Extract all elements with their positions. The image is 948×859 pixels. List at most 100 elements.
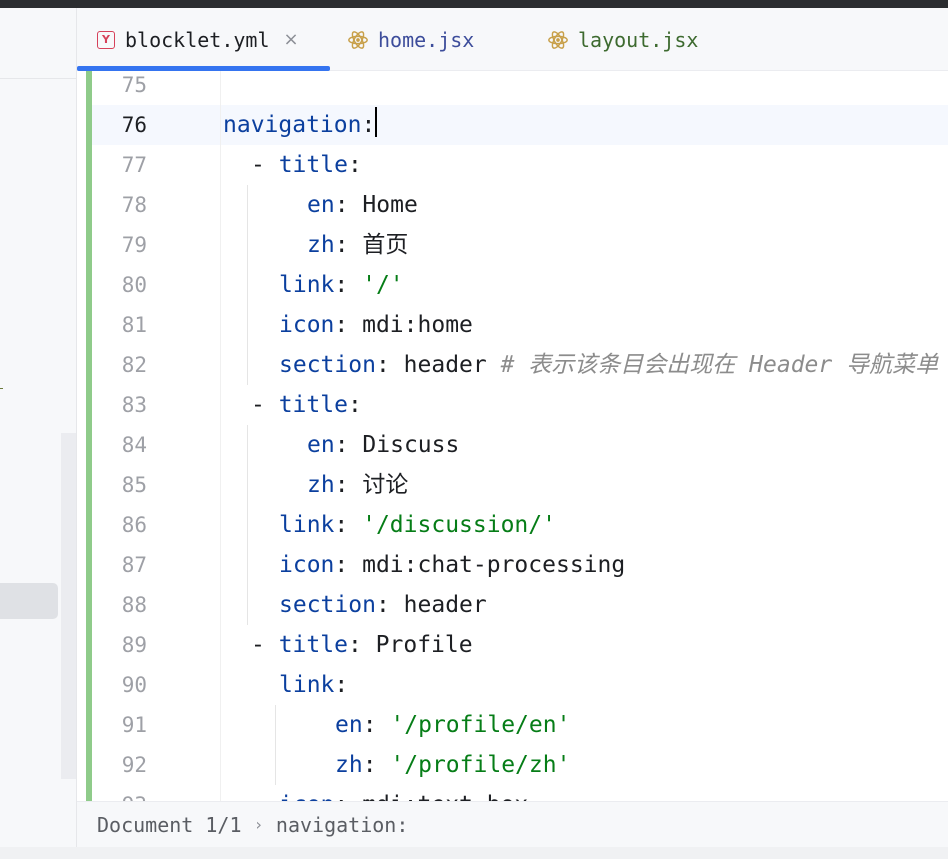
yaml-value: mdi:text-box	[362, 792, 528, 801]
code-text: en: Home	[307, 185, 418, 225]
code-line[interactable]: 76 navigation:	[77, 105, 948, 145]
yaml-key: zh	[307, 232, 335, 258]
code-line[interactable]: 81 icon: mdi:home	[77, 305, 948, 345]
code-line[interactable]: 75	[77, 71, 948, 105]
line-number: 79	[121, 233, 147, 257]
yaml-key: section	[279, 592, 376, 618]
code-text: navigation:	[223, 105, 378, 145]
yaml-comment: # 表示该条目会出现在 Header 导航菜单	[500, 352, 939, 378]
project-panel-scrollbar[interactable]	[61, 433, 76, 779]
code-text: link:	[279, 665, 348, 705]
line-number: 81	[121, 313, 147, 337]
colon: :	[375, 352, 390, 378]
colon: :	[334, 432, 349, 458]
line-number: 90	[121, 673, 147, 697]
code-text: - title:	[251, 145, 362, 185]
line-number: 84	[121, 433, 147, 457]
yaml-key: en	[307, 432, 335, 458]
close-icon[interactable]: ×	[284, 29, 299, 50]
bottom-window-edge	[0, 847, 948, 859]
tab-blocklet-yml[interactable]: Y blocklet.yml ×	[77, 8, 330, 71]
colon: :	[334, 552, 349, 578]
yaml-key: link	[279, 272, 335, 298]
code-line[interactable]: 88 section: header	[77, 585, 948, 625]
yaml-key: title	[278, 392, 348, 418]
tab-home-jsx[interactable]: home.jsx	[347, 8, 474, 71]
code-text: en: '/profile/en'	[335, 705, 570, 745]
yaml-value: '/profile/zh'	[390, 752, 571, 778]
code-line[interactable]: 92 zh: '/profile/zh'	[77, 745, 948, 785]
code-text: zh: '/profile/zh'	[335, 745, 570, 785]
code-line[interactable]: 91 en: '/profile/en'	[77, 705, 948, 745]
yaml-key: link	[279, 672, 335, 698]
chevron-right-icon: ›	[255, 815, 262, 834]
code-text: zh: 首页	[307, 225, 408, 265]
yaml-key: title	[278, 632, 348, 658]
code-line[interactable]: 93 icon: mdi:text-box	[77, 785, 948, 801]
list-dash: -	[251, 392, 279, 418]
code-text: - title: Profile	[251, 625, 473, 665]
line-number: 82	[121, 353, 147, 377]
colon: :	[334, 272, 349, 298]
breadcrumb-path[interactable]: navigation:	[276, 813, 408, 837]
colon: :	[347, 152, 362, 178]
yaml-value: header	[403, 592, 487, 618]
colon: :	[334, 512, 349, 538]
code-text: icon: mdi:text-box	[279, 785, 528, 801]
project-tree-selected-row[interactable]	[0, 583, 58, 619]
yaml-value: 首页	[362, 232, 409, 258]
code-editor[interactable]: 75 76 navigation: 77 - title: 78 en: Home 79 zh:…	[77, 71, 948, 801]
code-line[interactable]: 89 - title: Profile	[77, 625, 948, 665]
code-line[interactable]: 80 link: '/'	[77, 265, 948, 305]
yaml-key: title	[278, 152, 348, 178]
colon: :	[334, 792, 348, 801]
line-number: 86	[121, 513, 147, 537]
code-line[interactable]: 87 icon: mdi:chat-processing	[77, 545, 948, 585]
react-icon	[348, 30, 368, 49]
line-number: 76	[121, 113, 147, 137]
code-text: icon: mdi:home	[279, 305, 473, 345]
tab-label: home.jsx	[378, 27, 475, 52]
line-number: 83	[121, 393, 147, 417]
yaml-key: link	[279, 512, 335, 538]
yaml-value: '/profile/en'	[390, 712, 571, 738]
document-indicator[interactable]: Document 1/1	[97, 813, 242, 837]
colon: :	[334, 672, 349, 698]
colon: :	[362, 712, 377, 738]
colon: :	[347, 392, 362, 418]
status-bar: Document 1/1 › navigation:	[77, 801, 948, 847]
yaml-key: en	[335, 712, 363, 738]
code-line[interactable]: 78 en: Home	[77, 185, 948, 225]
yaml-file-icon: Y	[97, 30, 115, 49]
list-dash: -	[251, 632, 279, 658]
code-line[interactable]: 86 link: '/discussion/'	[77, 505, 948, 545]
text-caret	[375, 107, 378, 137]
list-dash: -	[251, 152, 279, 178]
code-line[interactable]: 79 zh: 首页	[77, 225, 948, 265]
tab-layout-jsx[interactable]: layout.jsx	[547, 8, 698, 71]
code-line[interactable]: 85 zh: 讨论	[77, 465, 948, 505]
line-number: 75	[121, 73, 147, 97]
code-line[interactable]: 84 en: Discuss	[77, 425, 948, 465]
yaml-value: header	[403, 352, 487, 378]
code-line[interactable]: 90 link:	[77, 665, 948, 705]
line-number: 89	[121, 633, 147, 657]
code-line[interactable]: 82 section: header # 表示该条目会出现在 Header 导航菜…	[77, 345, 948, 385]
yaml-key: zh	[307, 472, 335, 498]
yaml-value: mdi:chat-processing	[362, 552, 626, 578]
line-number: 87	[121, 553, 147, 577]
code-line[interactable]: 83 - title:	[77, 385, 948, 425]
code-line[interactable]: 77 - title:	[77, 145, 948, 185]
line-number: 92	[121, 753, 147, 777]
line-number: 88	[121, 593, 147, 617]
